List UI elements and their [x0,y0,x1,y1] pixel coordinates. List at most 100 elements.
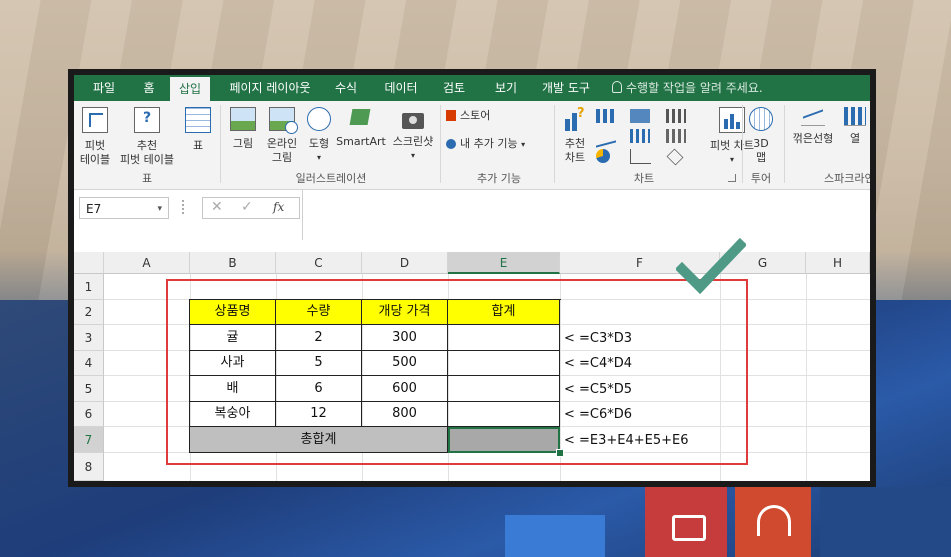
tab-file[interactable]: 파일 [82,75,126,101]
column-header-a[interactable]: A [104,252,190,274]
recommended-pivot-button[interactable]: ? 추천 피벗 테이블 [114,107,180,167]
highlight-rectangle [166,279,748,465]
recommended-pivot-label-2: 피벗 테이블 [119,153,175,166]
store-button[interactable]: 스토어 [446,109,516,123]
camera-icon [402,113,424,129]
formula-buttons: ✕ ✓ fx [202,197,300,219]
group-separator [784,105,785,183]
column-header-d[interactable]: D [362,252,448,274]
line-sparkline-button[interactable]: 꺾은선형 [788,107,838,146]
excel-window: 파일 홈 삽입 페이지 레이아웃 수식 데이터 검토 보기 개발 도구 수행할 … [74,75,870,481]
row-header-7[interactable]: 7 [74,427,104,453]
name-box[interactable]: E7 ▾ [79,197,169,219]
pivot-table-button[interactable]: 피벗 테이블 [76,107,114,167]
3d-map-label-2: 맵 [755,151,767,164]
row-header-5[interactable]: 5 [74,376,104,402]
hierarchy-chart-icon[interactable] [630,109,650,123]
tab-view[interactable]: 보기 [486,75,526,101]
tab-review[interactable]: 검토 [434,75,474,101]
column-header-c[interactable]: C [276,252,362,274]
tab-data[interactable]: 데이터 [378,75,424,101]
tab-page-layout[interactable]: 페이지 레이아웃 [220,75,320,101]
shapes-button[interactable]: 도형 ▾ [304,107,334,165]
pivot-table-label-2: 테이블 [79,153,111,166]
row-header-2[interactable]: 2 [74,300,104,325]
column-sparkline-label: 열 [849,132,861,145]
lightbulb-icon [612,81,622,93]
select-all-corner[interactable] [74,252,104,274]
column-chart-icon[interactable] [596,109,616,123]
my-addins-label: 내 추가 기능 [460,137,518,150]
chevron-down-icon: ▾ [157,204,162,214]
smartart-label: SmartArt [336,135,386,148]
column-sparkline-button[interactable]: 열 [840,107,870,146]
enter-icon[interactable]: ✓ [241,199,253,215]
smartart-button[interactable]: SmartArt [336,107,386,149]
tab-developer[interactable]: 개발 도구 [534,75,598,101]
check-mark-icon [676,237,746,295]
my-addins-button[interactable]: 내 추가 기능 ▾ [446,137,554,152]
recommended-charts-button[interactable]: ? 추천 차트 [558,107,592,165]
group-label-illustrations: 일러스트레이션 [295,172,367,185]
waterfall-chart-icon[interactable] [666,109,686,123]
column-header-h[interactable]: H [806,252,870,274]
statistic-chart-icon[interactable] [630,129,650,143]
group-label-tables: 표 [141,172,153,185]
group-label-sparklines: 스파크라인 [824,172,870,185]
store-label: 스토어 [460,109,491,122]
chart-type-gallery[interactable] [594,107,702,166]
globe-icon [749,107,773,131]
table-label: 표 [192,139,204,152]
shapes-icon [307,107,331,131]
line-chart-icon[interactable] [596,126,616,148]
scatter-chart-icon[interactable] [630,149,651,164]
dialog-launcher-icon[interactable] [728,174,736,182]
pivot-table-label: 피벗 [84,139,106,152]
table-button[interactable]: 표 [182,107,214,153]
monitor-frame: 파일 홈 삽입 페이지 레이아웃 수식 데이터 검토 보기 개발 도구 수행할 … [68,69,876,487]
row-header-8[interactable]: 8 [74,453,104,481]
desktop-tile [735,487,811,557]
tell-me-text: 수행할 작업을 알려 주세요. [626,81,763,95]
group-label-addins: 추가 기능 [477,172,521,185]
shapes-label: 도형 [308,137,330,150]
pie-chart-icon[interactable] [596,149,610,163]
radar-chart-icon[interactable] [666,148,684,166]
column-header-e[interactable]: E [448,252,560,274]
tab-home[interactable]: 홈 [130,75,168,101]
video-icon [672,515,706,541]
tab-insert[interactable]: 삽입 [170,77,210,101]
tell-me-box[interactable]: 수행할 작업을 알려 주세요. [612,75,763,101]
headphones-icon [757,505,791,536]
3d-map-button[interactable]: 3D 맵 [746,107,776,165]
group-label-charts: 차트 [633,172,655,185]
name-box-value: E7 [86,202,102,216]
column-header-b[interactable]: B [190,252,276,274]
tab-formulas[interactable]: 수식 [326,75,366,101]
gridline [806,274,807,481]
desktop-tile [820,487,951,557]
group-separator [554,105,555,183]
row-header-4[interactable]: 4 [74,351,104,376]
cancel-icon[interactable]: ✕ [211,199,223,215]
row-header-6[interactable]: 6 [74,402,104,427]
formula-input[interactable] [302,190,870,240]
row-header-1[interactable]: 1 [74,274,104,300]
group-separator [440,105,441,183]
online-picture-button[interactable]: 온라인 그림 [262,107,302,165]
ribbon-insert: 피벗 테이블 ? 추천 피벗 테이블 표 표 그림 온라인 그림 도형 ▾ Sm… [74,101,870,190]
recommended-charts-icon: ? [563,107,587,131]
online-picture-label-2: 그림 [271,151,293,164]
group-separator [220,105,221,183]
picture-button[interactable]: 그림 [228,107,258,151]
row-header-3[interactable]: 3 [74,325,104,351]
screenshot-button[interactable]: 스크린샷 ▾ [388,107,438,163]
recommended-charts-label: 추천 [564,137,586,150]
insert-function-icon[interactable]: fx [273,200,284,214]
chevron-down-icon: ▾ [521,140,526,149]
combo-chart-icon[interactable] [666,129,686,143]
table-icon [185,107,211,133]
picture-icon [230,107,256,131]
recommended-charts-label-2: 차트 [564,151,586,164]
desktop-tile [505,515,605,557]
